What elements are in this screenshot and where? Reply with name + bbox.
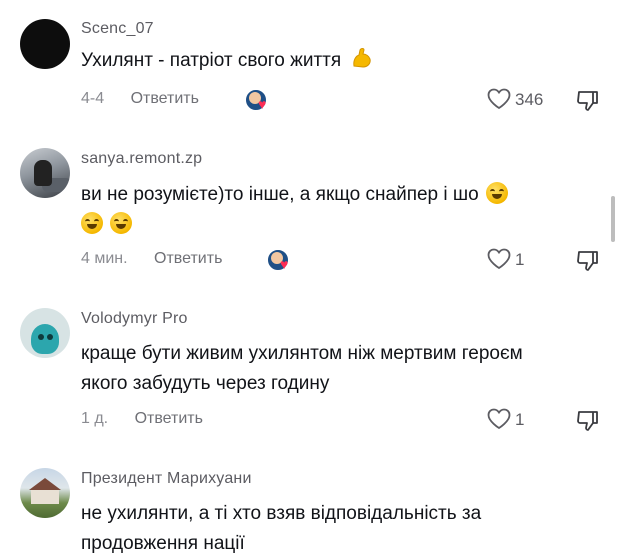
comment-username[interactable]: sanya.remont.zp bbox=[81, 150, 202, 168]
like-button[interactable]: 1 bbox=[486, 247, 524, 273]
comment-text: не ухилянти, а ті хто взяв відповідальні… bbox=[81, 503, 482, 524]
rolling-on-floor-laughing-icon bbox=[110, 212, 133, 234]
comment-time: 4 мин. bbox=[81, 250, 128, 267]
reply-button[interactable]: Ответить bbox=[131, 90, 199, 108]
comment-item: Президент Марихуани не ухилянти, а ті хт… bbox=[0, 450, 620, 554]
scrollbar[interactable] bbox=[611, 196, 615, 242]
reply-button[interactable]: Ответить bbox=[135, 410, 203, 428]
comment-text-line2: продовження нації bbox=[81, 533, 245, 554]
like-count: 1 bbox=[515, 410, 525, 429]
comment-username[interactable]: Volodymyr Pro bbox=[81, 310, 188, 328]
comment-meta: 4-4 Ответить bbox=[81, 90, 199, 112]
dislike-button[interactable] bbox=[576, 249, 602, 275]
dislike-button[interactable] bbox=[576, 409, 602, 435]
rolling-on-floor-laughing-icon bbox=[81, 212, 103, 234]
heart-outline-icon bbox=[487, 248, 511, 270]
like-count: 346 bbox=[515, 90, 544, 109]
comment-text-line2 bbox=[81, 211, 581, 239]
reply-button[interactable]: Ответить bbox=[154, 250, 222, 268]
like-count: 1 bbox=[515, 250, 525, 269]
comment-meta: 1 д. Ответить bbox=[81, 410, 203, 432]
avatar[interactable] bbox=[20, 148, 70, 198]
comment-item: sanya.remont.zp ви не розумієте)то інше,… bbox=[0, 130, 620, 290]
thumbs-down-icon bbox=[577, 411, 598, 431]
comment-text: Ухилянт - патріот свого життя bbox=[81, 46, 581, 79]
comment-time: 1 д. bbox=[81, 410, 109, 427]
comment-text-line2: якого забудуть через годину bbox=[81, 373, 330, 394]
creator-liked-heart-icon: ♥ bbox=[266, 248, 294, 272]
comment-item: Volodymyr Pro краще бути живим ухилянтом… bbox=[0, 290, 620, 450]
comment-username[interactable]: Президент Марихуани bbox=[81, 470, 252, 488]
avatar[interactable] bbox=[20, 19, 70, 69]
comment-item: Scenc_07 Ухилянт - патріот свого життя 4… bbox=[0, 0, 620, 130]
avatar[interactable] bbox=[20, 308, 70, 358]
heart-outline-icon bbox=[487, 408, 511, 430]
dislike-button[interactable] bbox=[576, 89, 602, 115]
like-button[interactable]: 1 bbox=[486, 407, 524, 433]
creator-liked-heart-icon: ♥ bbox=[244, 88, 272, 112]
comment-username[interactable]: Scenc_07 bbox=[81, 20, 154, 38]
comment-text: ви не розумієте)то інше, а якщо снайпер … bbox=[81, 181, 581, 209]
rolling-on-floor-laughing-icon bbox=[485, 182, 508, 204]
heart-outline-icon bbox=[487, 88, 511, 110]
comment-meta: 4 мин. Ответить bbox=[81, 250, 222, 272]
comment-text: краще бути живим ухилянтом ніж мертвим г… bbox=[81, 343, 523, 364]
thumbs-down-icon bbox=[577, 251, 598, 271]
avatar[interactable] bbox=[20, 468, 70, 518]
flexed-biceps-icon bbox=[350, 46, 374, 79]
comment-time: 4-4 bbox=[81, 90, 105, 107]
like-button[interactable]: 346 bbox=[486, 87, 543, 113]
thumbs-down-icon bbox=[577, 91, 598, 111]
